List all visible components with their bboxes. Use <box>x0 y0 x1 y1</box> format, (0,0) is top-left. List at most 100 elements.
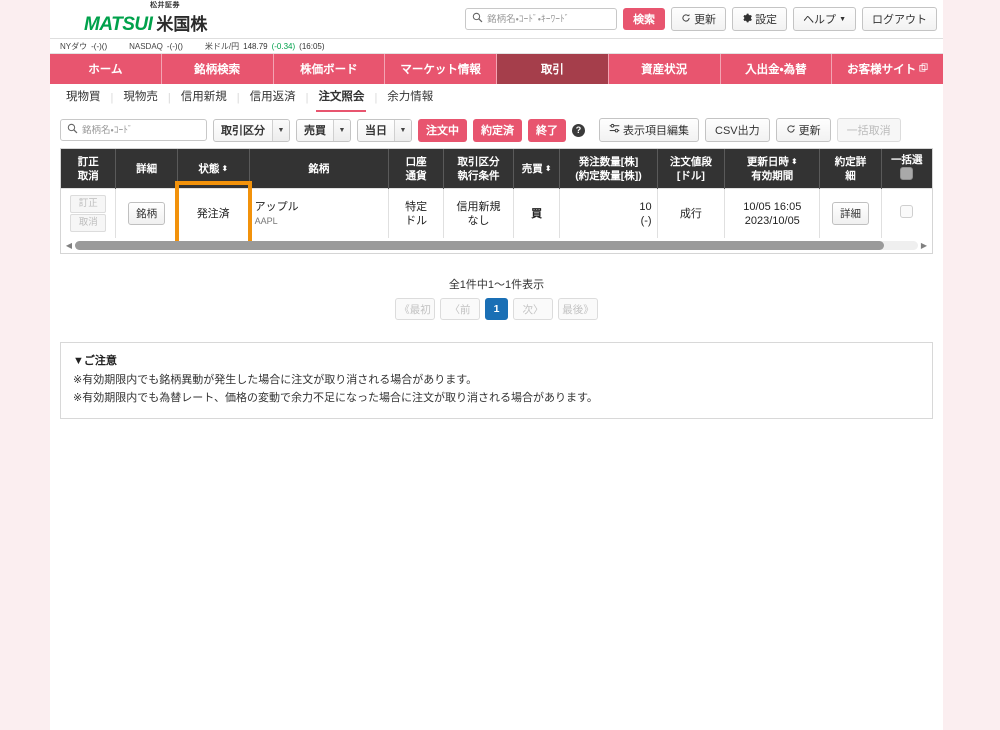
notice-title: ▼ご注意 <box>73 355 117 367</box>
col-side-label: 売買 <box>521 162 543 175</box>
brand-logo-jp: 米国株 <box>156 15 208 34</box>
nav-item-customer-site[interactable]: お客様サイト <box>832 54 943 84</box>
select-buy-sell[interactable]: 売買 ▼ <box>296 118 351 142</box>
subnav-item-buying-power[interactable]: 余力情報 <box>377 84 443 112</box>
global-search-input[interactable] <box>487 13 611 25</box>
nav-item-market-info[interactable]: マーケット情報 <box>385 54 497 84</box>
nav-item-deposit-fx[interactable]: 入出金・為替 <box>720 54 833 84</box>
brand-logo[interactable]: 松井証券 MATSUI 米国株 <box>66 2 251 36</box>
filter-executed-button[interactable]: 約定済 <box>473 118 522 142</box>
page-root: 松井証券 MATSUI 米国株 検索 <box>0 0 1000 730</box>
header-refresh-button[interactable]: 更新 <box>671 7 727 31</box>
brand-logo-sub: 松井証券 <box>150 2 180 9</box>
row-checkbox[interactable] <box>900 205 914 218</box>
scroll-left-icon[interactable]: ◀ <box>63 241 75 250</box>
scrollbar-thumb[interactable] <box>75 241 885 250</box>
pagination-buttons: 《最初 〈前 1 次〉 最後》 <box>50 298 943 320</box>
help-question-icon[interactable]: ? <box>572 123 585 137</box>
cell-status: 発注済 <box>174 181 251 246</box>
filter-toolbar: 取引区分 ▼ 売買 ▼ 当日 ▼ 注文中 約定済 終了 ? 表示項目編集 CSV… <box>50 112 943 148</box>
subnav-item-spot-buy[interactable]: 現物買 <box>56 84 111 112</box>
cell-side: 買 <box>513 188 561 238</box>
ticker-value-2: 148.79 <box>243 41 268 51</box>
symbol-detail-button[interactable]: 銘柄 <box>128 202 166 225</box>
page-prev-button: 〈前 <box>440 298 480 320</box>
pagination-count: 全1件中1～1件表示 <box>448 279 545 291</box>
subnav-item-margin-repay[interactable]: 信用返済 <box>240 84 306 112</box>
col-exec-detail-l2: 細 <box>845 169 856 182</box>
col-status[interactable]: 状態 ⬍ <box>177 149 250 189</box>
nav-item-price-board[interactable]: 株価ボード <box>273 54 386 84</box>
page-last-button: 最後》 <box>558 298 598 320</box>
header-refresh-label: 更新 <box>694 14 717 26</box>
col-quantity-l2: (約定数量[株]) <box>575 169 642 182</box>
nav-item-trade[interactable]: 取引 <box>497 54 609 84</box>
col-side-l1: 売買 ⬍ <box>516 162 558 176</box>
edit-columns-button[interactable]: 表示項目編集 <box>599 118 699 142</box>
order-quantity: 10 <box>639 200 652 213</box>
select-all-checkbox[interactable] <box>900 167 914 180</box>
col-account-currency: 口座 通貨 <box>388 149 445 189</box>
filter-ordering-button[interactable]: 注文中 <box>418 118 467 142</box>
sort-icon[interactable]: ⬍ <box>545 165 552 173</box>
help-label: ヘルプ <box>803 14 837 26</box>
col-edit-cancel-l2: 取消 <box>77 169 99 182</box>
subnav-item-spot-sell[interactable]: 現物売 <box>113 84 168 112</box>
search-button[interactable]: 検索 <box>623 8 666 30</box>
cell-trade-type-cond: 信用新規 なし <box>443 188 514 238</box>
subnav-label-buying-power: 余力情報 <box>387 91 434 103</box>
col-exec-detail-l1: 約定詳 <box>834 155 867 168</box>
page-current-button[interactable]: 1 <box>485 298 508 320</box>
col-side[interactable]: 売買 ⬍ <box>513 149 561 189</box>
subnav-item-margin-new[interactable]: 信用新規 <box>171 84 237 112</box>
help-button[interactable]: ヘルプ ▼ <box>793 7 856 31</box>
col-updated-l1: 更新日時 ⬍ <box>727 155 817 169</box>
symbol-search-input[interactable] <box>82 124 200 136</box>
ticker-value-0: -(-)() <box>91 41 108 51</box>
edit-order-button: 訂正 <box>70 195 107 213</box>
table-refresh-button[interactable]: 更新 <box>775 118 831 142</box>
select-trade-type-label: 取引区分 <box>221 125 265 137</box>
select-period[interactable]: 当日 ▼ <box>357 118 412 142</box>
cell-row-select <box>881 188 932 238</box>
edit-columns-label: 表示項目編集 <box>623 125 689 137</box>
nav-item-stock-search[interactable]: 銘柄検索 <box>161 54 274 84</box>
scrollbar-track[interactable] <box>75 241 918 250</box>
symbol-search[interactable] <box>60 119 207 141</box>
exec-detail-button[interactable]: 詳細 <box>831 202 869 225</box>
nav-label-trade: 取引 <box>540 64 564 76</box>
chevron-down-icon: ▼ <box>333 119 350 141</box>
page-first-button: 《最初 <box>395 298 435 320</box>
cell-account-currency: 特定 ドル <box>388 188 445 238</box>
logout-button[interactable]: ログアウト <box>862 7 937 31</box>
csv-export-button[interactable]: CSV出力 <box>705 118 770 142</box>
sort-icon[interactable]: ⬍ <box>221 165 228 173</box>
sort-icon[interactable]: ⬍ <box>791 158 798 166</box>
ticker-name-2: 米ドル/円 <box>204 41 240 51</box>
bulk-cancel-button: 一括取消 <box>836 118 901 142</box>
scroll-right-icon[interactable]: ▶ <box>918 241 930 250</box>
sliders-icon <box>609 123 620 137</box>
col-bulk-select-l1: 一括選 <box>891 154 923 166</box>
exec-cond-value: なし <box>467 214 490 227</box>
brand-logo-matsui: MATSUI <box>84 14 153 35</box>
col-updated[interactable]: 更新日時 ⬍ 有効期間 <box>724 149 821 189</box>
global-search[interactable] <box>465 8 618 30</box>
col-bulk-select-check-wrap <box>884 167 930 184</box>
subnav-item-order-inquiry[interactable]: 注文照会 <box>308 84 374 112</box>
chevron-down-icon: ▼ <box>272 119 289 141</box>
select-trade-type[interactable]: 取引区分 ▼ <box>213 118 290 142</box>
nav-item-home[interactable]: ホーム <box>50 54 162 84</box>
currency-type: ドル <box>405 214 428 227</box>
order-status-value: 発注済 <box>196 207 230 220</box>
table-horizontal-scrollbar[interactable]: ◀ ▶ <box>60 238 933 254</box>
col-symbol-l1: 銘柄 <box>308 162 330 175</box>
header-actions: 検索 更新 設定 ヘルプ ▼ ログアウト <box>465 7 937 31</box>
select-period-label: 当日 <box>365 125 387 137</box>
nav-label-stock-search: 銘柄検索 <box>194 64 241 76</box>
orders-table-header-row: 訂正 取消 詳細 状態 ⬍ 銘柄 口座 通貨 取引区分 執行条件 売買 ⬍ 発注… <box>61 149 932 189</box>
col-status-l1: 状態 ⬍ <box>180 162 247 176</box>
settings-button[interactable]: 設定 <box>732 7 788 31</box>
nav-item-assets[interactable]: 資産状況 <box>608 54 721 84</box>
filter-finished-button[interactable]: 終了 <box>528 118 566 142</box>
